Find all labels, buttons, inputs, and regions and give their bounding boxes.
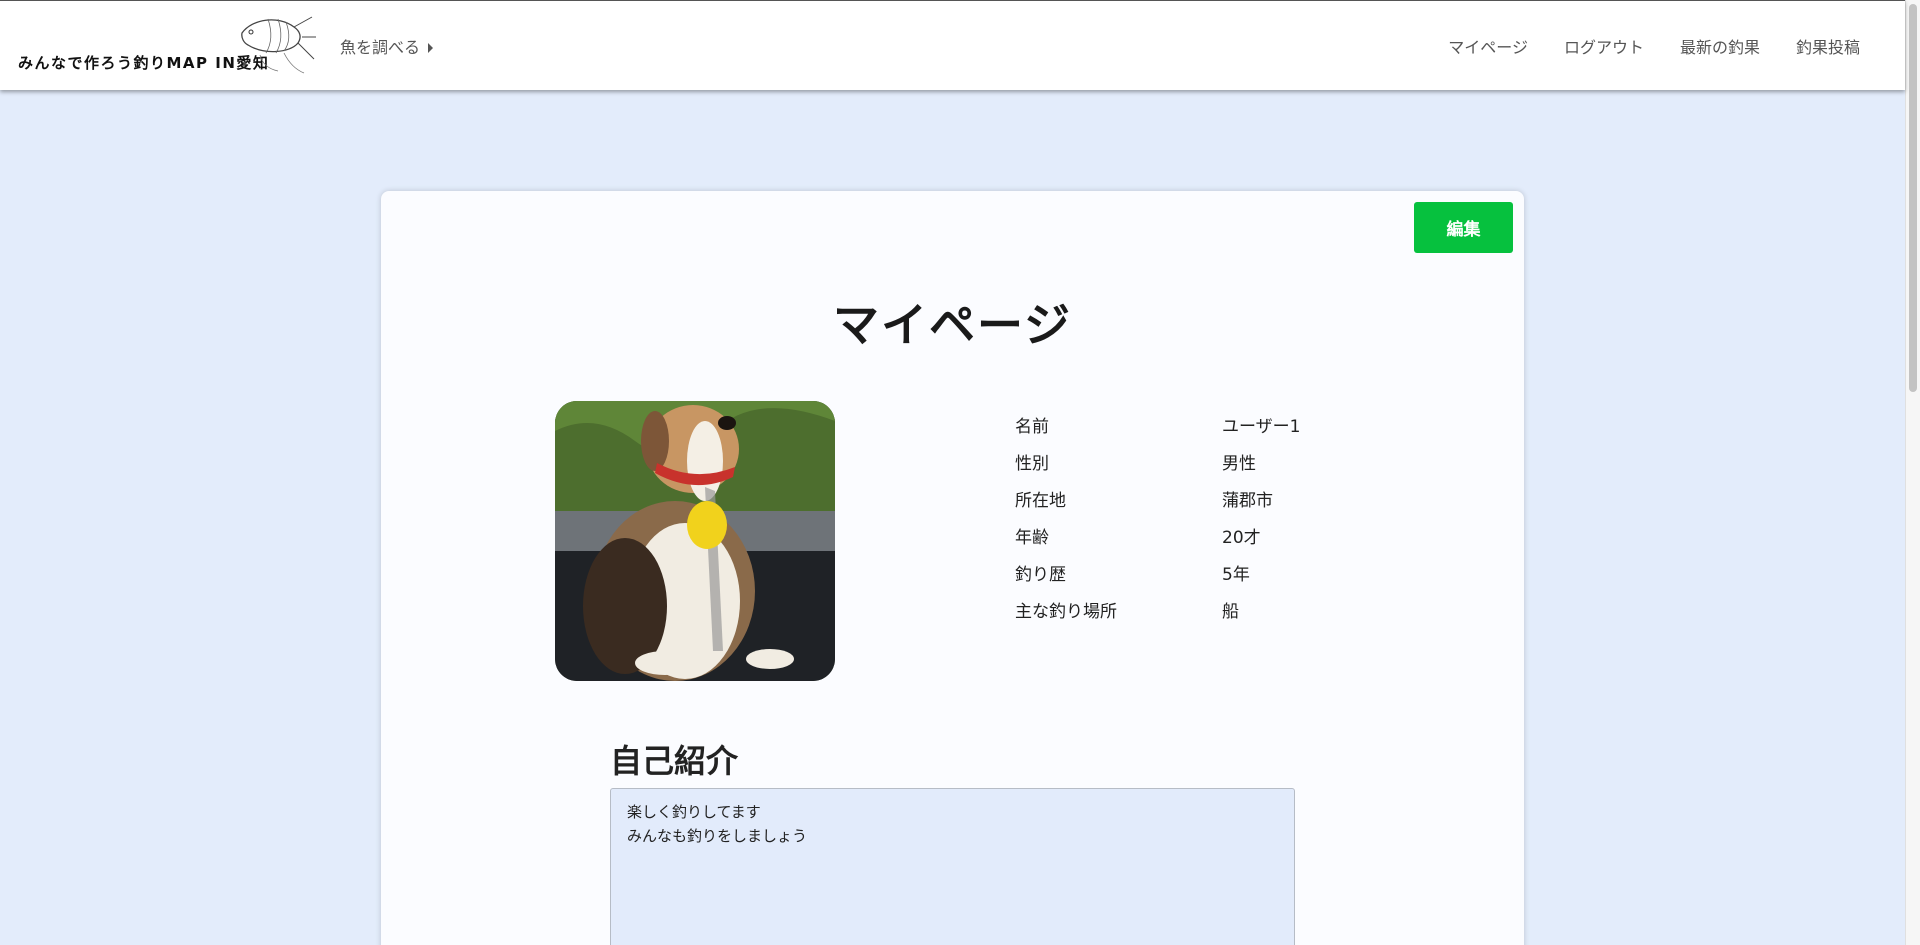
info-label: 釣り歴: [1015, 565, 1066, 585]
logo-text: みんなで作ろう釣りMAP IN愛知: [18, 54, 270, 72]
info-label: 名前: [1015, 417, 1049, 437]
info-row-gender: 性別 男性: [1015, 443, 1300, 480]
nav-post-catch-link[interactable]: 釣果投稿: [1796, 34, 1860, 58]
page-scrollbar[interactable]: [1905, 0, 1920, 945]
nav-latest-catch-link[interactable]: 最新の釣果: [1680, 34, 1760, 58]
info-row-age: 年齢 20才: [1015, 517, 1300, 554]
profile-photo: [555, 401, 835, 681]
nav-logout-link[interactable]: ログアウト: [1564, 34, 1644, 58]
scrollbar-thumb[interactable]: [1909, 4, 1917, 392]
profile-info-table: 名前 ユーザー1 性別 男性 所在地 蒲郡市 年齢 20才 釣り歴 5年 主な釣…: [1015, 406, 1300, 628]
info-row-name: 名前 ユーザー1: [1015, 406, 1300, 443]
site-logo[interactable]: みんなで作ろう釣りMAP IN愛知: [16, 13, 316, 77]
info-row-fishing-experience: 釣り歴 5年: [1015, 554, 1300, 591]
info-value: 男性: [1222, 454, 1256, 474]
info-label: 所在地: [1015, 491, 1066, 511]
info-value: 船: [1222, 602, 1239, 622]
nav-mypage-link[interactable]: マイページ: [1448, 34, 1528, 58]
info-value: 蒲郡市: [1222, 491, 1273, 511]
info-value: 20才: [1222, 528, 1261, 548]
info-label: 主な釣り場所: [1015, 602, 1117, 622]
edit-button[interactable]: 編集: [1414, 202, 1513, 253]
info-label: 性別: [1015, 454, 1049, 474]
info-row-fishing-spot: 主な釣り場所 船: [1015, 591, 1300, 628]
info-label: 年齢: [1015, 528, 1049, 548]
page-title: マイページ: [832, 298, 1073, 352]
header-nav: マイページ ログアウト 最新の釣果 釣果投稿: [1448, 34, 1860, 58]
mypage-card: 編集 マイページ 名前 ユーザー1 性別 男性 所在地 蒲郡市 年齢 20才 釣…: [381, 191, 1524, 945]
info-value: 5年: [1222, 565, 1250, 585]
dog-photo-image: [555, 401, 835, 681]
info-value: ユーザー1: [1222, 417, 1301, 437]
fish-search-menu[interactable]: 魚を調べる: [340, 34, 434, 58]
fish-search-menu-label: 魚を調べる: [340, 38, 421, 57]
intro-text-box: 楽しく釣りしてます みんなも釣りをしましょう: [610, 788, 1295, 945]
intro-heading: 自己紹介: [610, 742, 739, 780]
fish-logo-icon: [241, 16, 316, 74]
site-header: みんなで作ろう釣りMAP IN愛知 魚を調べる マイページ ログアウト 最新の釣…: [0, 0, 1905, 90]
info-row-location: 所在地 蒲郡市: [1015, 480, 1300, 517]
caret-right-icon: [428, 42, 434, 53]
